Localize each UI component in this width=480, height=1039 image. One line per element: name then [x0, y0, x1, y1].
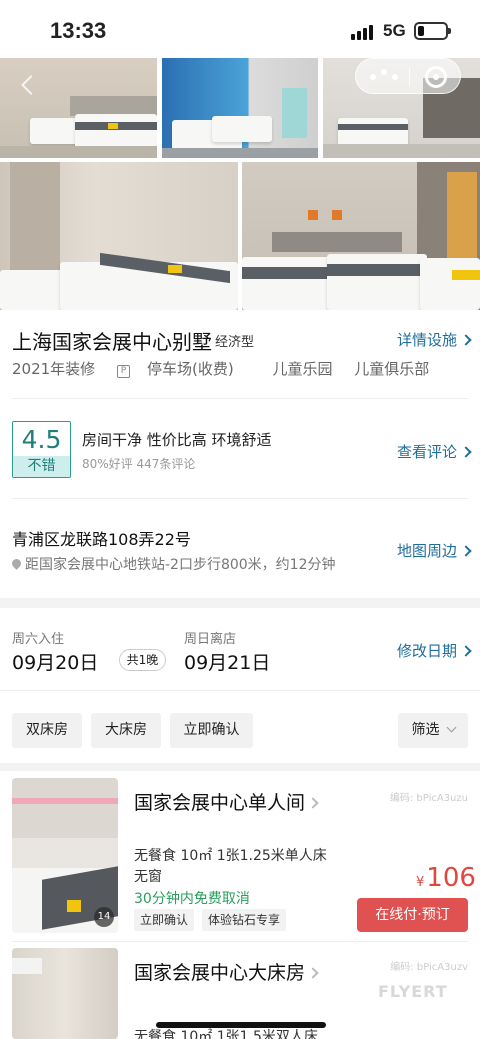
currency-symbol: ¥	[416, 875, 425, 890]
metro-distance-text: 距国家会展中心地铁站-2口步行800米，约12分钟	[25, 557, 336, 573]
chevron-right-icon	[307, 967, 319, 979]
facility-playground: 儿童乐园	[272, 360, 333, 378]
review-tags: 房间干净 性价比高 环境舒适	[82, 431, 272, 449]
section-gap	[0, 598, 480, 608]
cancel-policy: 30分钟内免费取消	[134, 891, 250, 907]
status-time: 13:33	[50, 18, 107, 43]
review-meta: 80%好评 447条评论	[82, 457, 196, 471]
room-tag-diamond: 体验钻石专享	[202, 909, 287, 931]
reviews-link[interactable]: 查看评论	[397, 441, 472, 462]
room-photo[interactable]	[12, 948, 118, 1039]
network-label: 5G	[383, 21, 406, 40]
status-bar: 13:33 5G	[0, 0, 480, 58]
facility-parking: P 停车场(收费)	[116, 360, 251, 378]
chevron-right-icon	[460, 334, 472, 346]
metro-distance: 距国家会展中心地铁站-2口步行800米，约12分钟	[10, 554, 336, 574]
room-info: 无餐食 10㎡ 1张1.25米单人床	[134, 848, 327, 864]
facility-list: 2021年装修 P 停车场(收费) 儿童乐园 儿童俱乐部	[12, 358, 446, 379]
filter-instant-confirm[interactable]: 立即确认	[170, 713, 253, 748]
watermark: FLYERT	[378, 982, 448, 1001]
filter-dropdown[interactable]: 筛选	[398, 713, 468, 748]
hotel-address: 青浦区龙联路108弄22号	[12, 530, 191, 549]
section-gap	[0, 763, 480, 771]
room-title[interactable]: 国家会展中心单人间	[134, 788, 319, 815]
parking-icon: P	[116, 365, 130, 378]
hotel-tier: 经济型	[215, 335, 255, 350]
signal-icon	[351, 24, 377, 40]
nights-badge: 共1晚	[119, 649, 166, 671]
map-link-label: 地图周边	[397, 542, 458, 560]
checkin-label: 周六入住	[12, 632, 65, 647]
modify-dates-label: 修改日期	[397, 642, 458, 660]
location-pin-icon	[10, 557, 23, 570]
divider	[12, 941, 468, 942]
gallery-photo-1[interactable]	[0, 58, 157, 158]
battery-icon	[414, 22, 451, 40]
chevron-right-icon	[307, 797, 319, 809]
map-link[interactable]: 地图周边	[397, 540, 472, 561]
price-value: 106	[426, 863, 476, 893]
mini-program-capsule[interactable]	[355, 58, 461, 94]
room-title[interactable]: 国家会展中心大床房	[134, 958, 319, 985]
home-indicator[interactable]	[156, 1022, 326, 1028]
chevron-right-icon	[460, 446, 472, 458]
score-word: 不错	[13, 456, 70, 477]
divider	[0, 690, 480, 691]
divider	[12, 498, 468, 499]
checkout-label: 周日离店	[184, 632, 237, 647]
room-title-text: 国家会展中心单人间	[134, 792, 306, 814]
score-badge: 4.5 不错	[12, 421, 71, 478]
reviews-link-label: 查看评论	[397, 443, 458, 461]
filter-twin-room[interactable]: 双床房	[12, 713, 82, 748]
close-target-icon[interactable]	[425, 66, 447, 88]
facility-parking-label: 停车场(收费)	[146, 360, 234, 378]
room-price: ¥106	[416, 863, 476, 893]
room-title-text: 国家会展中心大床房	[134, 962, 306, 984]
chevron-right-icon	[460, 645, 472, 657]
gallery-photo-2[interactable]	[162, 58, 318, 158]
photo-count: 14	[94, 907, 114, 927]
room-photo[interactable]: 14	[12, 778, 118, 933]
room-code: 编码: bPicA3uzv	[390, 962, 468, 973]
checkout-date[interactable]: 09月21日	[184, 648, 270, 675]
room-tag-instant: 立即确认	[134, 909, 195, 931]
score-value: 4.5	[21, 425, 62, 454]
chevron-down-icon	[446, 722, 456, 733]
hotel-name: 上海国家会展中心别墅	[12, 330, 212, 354]
photo-gallery[interactable]	[0, 58, 480, 310]
book-button[interactable]: 在线付·预订	[357, 898, 468, 932]
modify-dates-link[interactable]: 修改日期	[397, 640, 472, 661]
chevron-right-icon	[460, 545, 472, 557]
details-link-label: 详情设施	[397, 331, 458, 349]
facility-kids-club: 儿童俱乐部	[354, 360, 430, 378]
details-link[interactable]: 详情设施	[397, 329, 472, 350]
room-code: 编码: bPicA3uzu	[389, 793, 468, 804]
filter-queen-room[interactable]: 大床房	[91, 713, 161, 748]
more-icon[interactable]	[370, 69, 400, 80]
divider	[12, 398, 468, 399]
checkin-date[interactable]: 09月20日	[12, 648, 98, 675]
gallery-photo-4[interactable]	[0, 162, 238, 310]
gallery-photo-5[interactable]	[242, 162, 480, 310]
filter-dropdown-label: 筛选	[411, 722, 440, 738]
room-window: 无窗	[134, 869, 162, 885]
facility-renovation: 2021年装修	[12, 360, 96, 378]
